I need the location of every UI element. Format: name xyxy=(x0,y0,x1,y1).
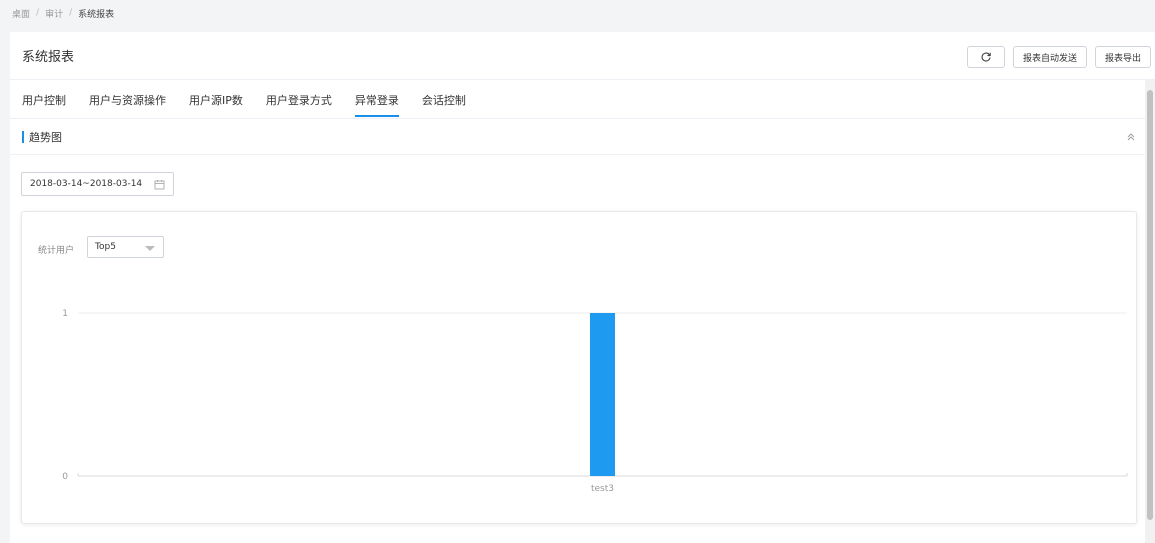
breadcrumb-separator: / xyxy=(36,8,40,18)
bar-chart: 0 1 test3 xyxy=(62,309,1128,494)
report-content: 趋势图 2018-03-14~2018-03-14 0 1 test3 统计用户 T… xyxy=(10,119,1155,543)
section-header: 趋势图 xyxy=(10,119,1145,155)
y-tick-label: 1 xyxy=(62,309,68,319)
tab-user-login-method[interactable]: 用户登录方式 xyxy=(266,80,332,119)
tab-session-control[interactable]: 会话控制 xyxy=(422,80,466,119)
tab-abnormal-login[interactable]: 异常登录 xyxy=(354,80,399,119)
tab-user-source-ip[interactable]: 用户源IP数 xyxy=(189,80,243,119)
x-tick-label: test3 xyxy=(591,484,614,494)
breadcrumb-separator: / xyxy=(69,8,73,18)
calendar-icon xyxy=(154,180,165,190)
scrollbar-thumb[interactable] xyxy=(1147,90,1153,520)
page-header: 系统报表 报表自动发送 报表导出 xyxy=(10,32,1155,80)
breadcrumb: 桌面 / 审计 / 系统报表 xyxy=(0,0,1155,26)
tab-user-control[interactable]: 用户控制 xyxy=(22,80,66,119)
refresh-button[interactable] xyxy=(966,46,1005,68)
date-range-value: 2018-03-14~2018-03-14 xyxy=(30,179,143,189)
breadcrumb-item-current: 系统报表 xyxy=(78,9,115,20)
bar xyxy=(590,313,615,476)
stat-user-label: 统计用户 xyxy=(38,246,75,256)
top-n-select[interactable]: Top5 xyxy=(87,236,164,258)
section-title: 趋势图 xyxy=(29,130,62,144)
collapse-button[interactable] xyxy=(1125,131,1137,143)
refresh-icon xyxy=(981,52,991,62)
app-window: 桌面 / 审计 / 系统报表 系统报表 报表自动发送 报表导出 用户控制 用户与… xyxy=(0,0,1155,543)
tab-user-resource-ops[interactable]: 用户与资源操作 xyxy=(89,80,166,119)
header-actions: 报表自动发送 报表导出 xyxy=(966,46,1151,68)
caret-down-icon xyxy=(145,246,155,251)
breadcrumb-item-desktop[interactable]: 桌面 xyxy=(12,7,30,20)
export-report-button[interactable]: 报表导出 xyxy=(1094,46,1151,68)
double-chevron-up-icon xyxy=(1127,133,1135,141)
chart-card: 0 1 test3 统计用户 Top5 xyxy=(21,211,1137,524)
auto-send-report-button[interactable]: 报表自动发送 xyxy=(1012,46,1087,68)
report-tabs: 用户控制 用户与资源操作 用户源IP数 用户登录方式 异常登录 会话控制 xyxy=(10,80,1155,119)
page-title: 系统报表 xyxy=(22,50,75,65)
vertical-scrollbar[interactable] xyxy=(1145,80,1155,543)
y-tick-label: 0 xyxy=(62,472,68,482)
top-n-select-value: Top5 xyxy=(95,242,116,252)
date-range-picker[interactable]: 2018-03-14~2018-03-14 xyxy=(21,172,174,196)
section-accent-bar xyxy=(22,130,24,143)
breadcrumb-item-audit[interactable]: 审计 xyxy=(45,7,63,20)
